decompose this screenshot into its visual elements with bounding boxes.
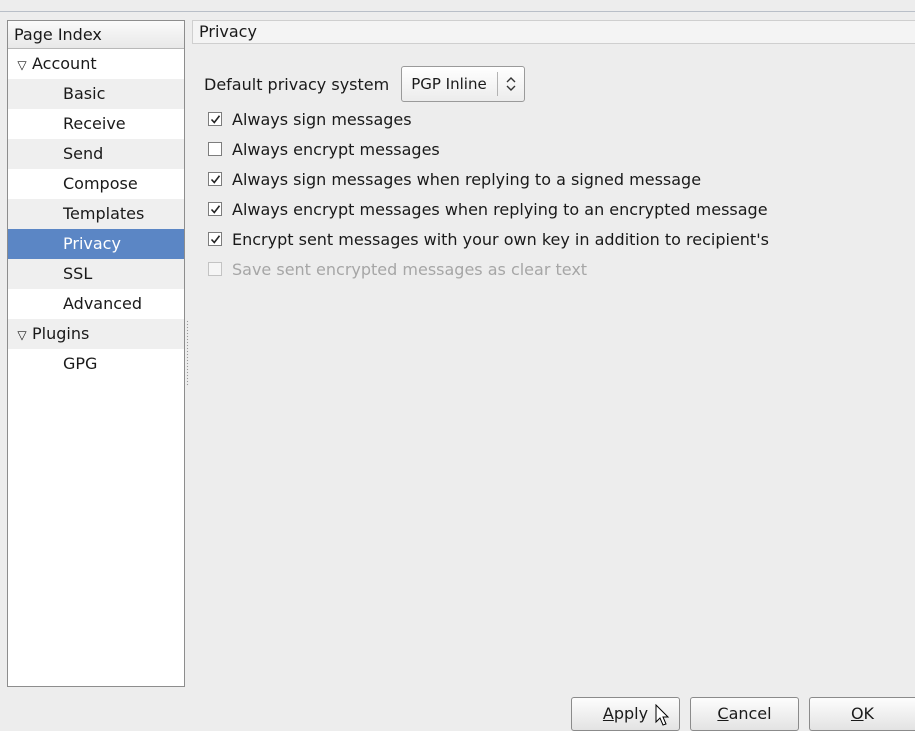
top-divider	[0, 11, 915, 12]
checkmark-icon	[210, 114, 220, 124]
default-privacy-value: PGP Inline	[411, 75, 487, 93]
default-privacy-row: Default privacy system PGP Inline	[204, 64, 904, 104]
privacy-option-label: Always encrypt messages	[232, 139, 440, 159]
sidebar-item-compose[interactable]: Compose	[8, 169, 184, 199]
ok-label: K	[863, 704, 875, 723]
sidebar-item-advanced[interactable]: Advanced	[8, 289, 184, 319]
up-down-arrows-icon	[498, 76, 524, 93]
cancel-label: ancel	[728, 704, 772, 723]
checkmark-icon	[210, 204, 220, 214]
privacy-option-row[interactable]: Always encrypt messages when replying to…	[204, 194, 904, 224]
privacy-option-row: Save sent encrypted messages as clear te…	[204, 254, 904, 284]
sidebar-item-gpg[interactable]: GPG	[8, 349, 184, 379]
default-privacy-label: Default privacy system	[204, 74, 390, 94]
sidebar-item-label: GPG	[63, 354, 98, 373]
privacy-option-label: Always sign messages	[232, 109, 412, 129]
expander-icon[interactable]: ▽	[12, 50, 32, 80]
sidebar-item-account[interactable]: ▽ Account	[8, 49, 184, 79]
sidebar-item-ssl[interactable]: SSL	[8, 259, 184, 289]
privacy-option-label: Encrypt sent messages with your own key …	[232, 229, 769, 249]
apply-mnemonic: A	[602, 704, 614, 723]
checkbox-checked[interactable]	[208, 232, 222, 246]
privacy-option-row[interactable]: Always encrypt messages	[204, 134, 904, 164]
privacy-option-row[interactable]: Always sign messages	[204, 104, 904, 134]
checkbox-unchecked	[208, 262, 222, 276]
checkbox-checked[interactable]	[208, 112, 222, 126]
apply-label: pply	[613, 704, 649, 723]
sidebar-item-label: Receive	[63, 114, 126, 133]
default-privacy-select[interactable]: PGP Inline	[401, 66, 525, 102]
checkmark-icon	[210, 174, 220, 184]
sidebar-item-label: Send	[63, 144, 104, 163]
privacy-option-label: Save sent encrypted messages as clear te…	[232, 259, 588, 279]
pane-resize-handle[interactable]	[186, 320, 189, 386]
privacy-settings: Default privacy system PGP Inline Always…	[204, 64, 904, 284]
mouse-pointer-icon	[655, 704, 670, 726]
sidebar-item-label: Privacy	[63, 234, 121, 253]
checkbox-checked[interactable]	[208, 172, 222, 186]
page-index-tree: ▽ Account Basic Receive Send Compose Templates…	[8, 49, 184, 379]
sidebar-item-receive[interactable]: Receive	[8, 109, 184, 139]
sidebar-item-label: Account	[32, 54, 97, 73]
checkbox-checked[interactable]	[208, 202, 222, 216]
privacy-option-row[interactable]: Encrypt sent messages with your own key …	[204, 224, 904, 254]
cancel-mnemonic: C	[717, 704, 729, 723]
privacy-option-row[interactable]: Always sign messages when replying to a …	[204, 164, 904, 194]
sidebar-item-send[interactable]: Send	[8, 139, 184, 169]
page-index-header[interactable]: Page Index	[8, 21, 184, 49]
cancel-button[interactable]: Cancel	[690, 697, 799, 731]
privacy-checkbox-list: Always sign messages Always encrypt messa…	[204, 104, 904, 284]
preferences-window: Page Index ▽ Account Basic Receive Send Compo…	[0, 0, 915, 731]
sidebar-item-templates[interactable]: Templates	[8, 199, 184, 229]
sidebar-item-label: Templates	[63, 204, 145, 223]
sidebar-item-label: Basic	[63, 84, 106, 103]
page-title: Privacy	[192, 20, 915, 44]
page-index-panel: Page Index ▽ Account Basic Receive Send Compo…	[7, 20, 185, 687]
privacy-option-label: Always encrypt messages when replying to…	[232, 199, 768, 219]
sidebar-item-privacy[interactable]: Privacy	[8, 229, 184, 259]
sidebar-item-label: Advanced	[63, 294, 143, 313]
checkmark-icon	[210, 234, 220, 244]
sidebar-item-label: Compose	[63, 174, 138, 193]
sidebar-item-basic[interactable]: Basic	[8, 79, 184, 109]
ok-mnemonic: O	[850, 704, 864, 723]
expander-icon[interactable]: ▽	[12, 320, 32, 350]
privacy-option-label: Always sign messages when replying to a …	[232, 169, 702, 189]
ok-button[interactable]: OK	[809, 697, 915, 731]
sidebar-item-label: SSL	[63, 264, 93, 283]
checkbox-unchecked[interactable]	[208, 142, 222, 156]
sidebar-item-label: Plugins	[32, 324, 90, 343]
sidebar-item-plugins[interactable]: ▽ Plugins	[8, 319, 184, 349]
